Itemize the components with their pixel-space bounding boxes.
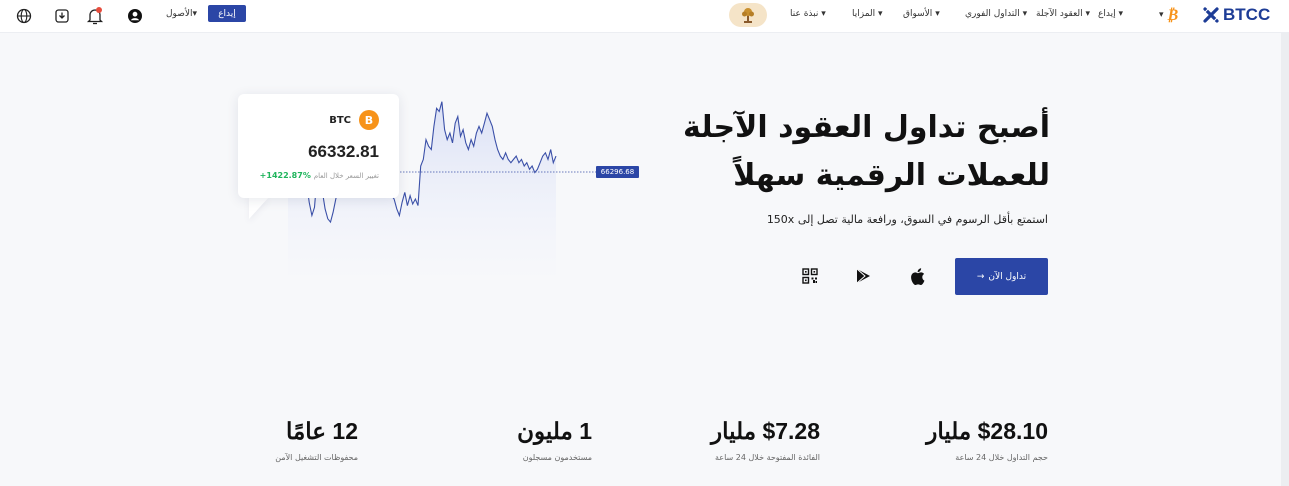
nav-markets[interactable]: الأسواق ▾ bbox=[903, 9, 940, 19]
chevron-down-icon: ▾ bbox=[935, 9, 940, 19]
apple-icon[interactable] bbox=[907, 266, 927, 286]
btcc-logo[interactable]: BTCC bbox=[1203, 5, 1270, 25]
tooltip-pointer bbox=[249, 197, 269, 219]
arrow-right-icon: → bbox=[976, 271, 985, 282]
qr-code-icon[interactable] bbox=[800, 266, 820, 286]
trade-now-label: تداول الآن bbox=[988, 271, 1027, 282]
hero-title: أصبح تداول العقود الآجلة للعملات الرقمية… bbox=[630, 104, 1050, 200]
nav-deposit-label: إيداع bbox=[1098, 9, 1116, 19]
logo-text: BTCC bbox=[1223, 5, 1271, 24]
top-nav-bar: الأصول▾ إيداع نبذة عنا ▾ المزايا ▾ الأسو… bbox=[0, 0, 1289, 33]
stat-value: $7.28 مليار bbox=[711, 418, 820, 444]
nav-about-label: نبذة عنا bbox=[790, 9, 819, 19]
bitcoin-icon: B bbox=[359, 110, 379, 130]
stat-value: 12 عامًا bbox=[285, 418, 358, 444]
assets-menu[interactable]: الأصول▾ bbox=[166, 9, 197, 19]
stat-label: الفائدة المفتوحة خلال 24 ساعة bbox=[715, 453, 820, 462]
stat-registered-users: 1 مليون مستخدمون مسجلون bbox=[517, 418, 592, 462]
nav-markets-label: الأسواق bbox=[903, 9, 933, 19]
nav-futures[interactable]: العقود الآجلة ▾ bbox=[1036, 9, 1090, 19]
stat-label: مستخدمون مسجلون bbox=[522, 453, 592, 462]
trade-now-button[interactable]: → تداول الآن bbox=[955, 258, 1048, 295]
stat-value: $28.10 مليار bbox=[926, 418, 1048, 444]
chevron-down-icon: ▾ bbox=[821, 9, 826, 19]
stat-open-interest: $7.28 مليار الفائدة المفتوحة خلال 24 ساع… bbox=[711, 418, 820, 462]
nav-features[interactable]: المزايا ▾ bbox=[852, 9, 883, 19]
download-icon[interactable] bbox=[52, 6, 72, 26]
google-play-icon[interactable] bbox=[853, 266, 873, 286]
coin-selector[interactable]: ▾ ₿ bbox=[1159, 5, 1178, 25]
chevron-down-icon: ▾ bbox=[192, 9, 197, 19]
assets-label: الأصول bbox=[166, 9, 193, 19]
hero-title-line-2: للعملات الرقمية سهلاً bbox=[733, 158, 1050, 193]
user-icon[interactable] bbox=[125, 6, 145, 26]
chevron-down-icon: ▾ bbox=[1118, 9, 1124, 19]
price-tooltip-card: BTC B 66332.81 +1422.87% تغيير السعر خلا… bbox=[238, 94, 399, 198]
hero-subtitle: استمتع بأقل الرسوم في السوق، ورافعة مالي… bbox=[766, 213, 1048, 226]
tree-icon[interactable] bbox=[729, 3, 767, 27]
bitcoin-icon: ₿ bbox=[1166, 5, 1179, 24]
deposit-button[interactable]: إيداع bbox=[208, 5, 246, 22]
bell-icon[interactable] bbox=[85, 6, 105, 26]
hero-title-line-1: أصبح تداول العقود الآجلة bbox=[683, 110, 1050, 145]
stat-label: حجم التداول خلال 24 ساعة bbox=[955, 453, 1048, 462]
nav-spot-label: التداول الفوري bbox=[965, 9, 1020, 19]
page-scrollbar[interactable] bbox=[1281, 33, 1289, 486]
coin-price: 66332.81 bbox=[308, 142, 379, 161]
coin-header: BTC B bbox=[329, 110, 379, 130]
nav-deposit[interactable]: إيداع ▾ bbox=[1098, 9, 1123, 19]
price-change-label: تغيير السعر خلال العام bbox=[313, 171, 379, 180]
nav-spot[interactable]: التداول الفوري ▾ bbox=[965, 9, 1027, 19]
chevron-down-icon: ▾ bbox=[1159, 10, 1164, 20]
btcc-logo-mark-icon bbox=[1203, 7, 1219, 23]
price-change-row: +1422.87% تغيير السعر خلال العام bbox=[260, 171, 379, 180]
price-change-value: +1422.87% bbox=[259, 171, 311, 180]
svg-text:B: B bbox=[365, 114, 373, 126]
nav-about[interactable]: نبذة عنا ▾ bbox=[790, 9, 826, 19]
chevron-down-icon: ▾ bbox=[1085, 9, 1091, 19]
stat-value: 1 مليون bbox=[517, 418, 592, 444]
globe-icon[interactable] bbox=[14, 6, 34, 26]
stat-trading-volume: $28.10 مليار حجم التداول خلال 24 ساعة bbox=[926, 418, 1048, 462]
coin-symbol: BTC bbox=[329, 114, 351, 126]
stat-secure-operation: 12 عامًا محفوظات التشغيل الآمن bbox=[275, 418, 358, 462]
stat-label: محفوظات التشغيل الآمن bbox=[275, 453, 358, 462]
nav-features-label: المزايا bbox=[852, 9, 876, 19]
chevron-down-icon: ▾ bbox=[1022, 9, 1028, 19]
nav-futures-label: العقود الآجلة bbox=[1036, 9, 1083, 19]
chevron-down-icon: ▾ bbox=[878, 9, 883, 19]
